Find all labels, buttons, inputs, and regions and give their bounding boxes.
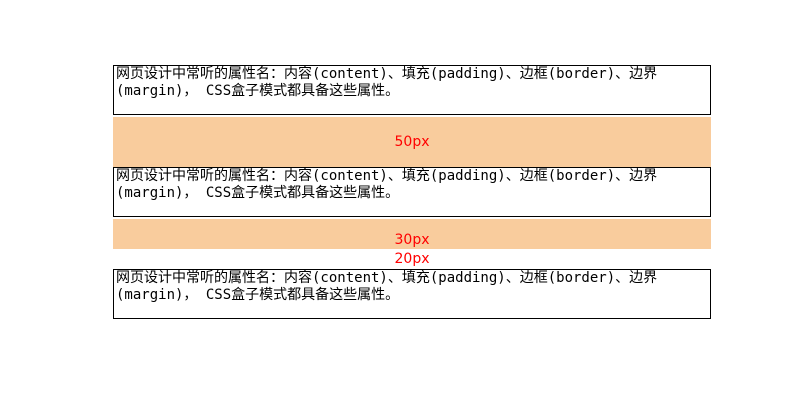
margin-label-30: 30px bbox=[394, 232, 430, 248]
box-text-line-1: 网页设计中常听的属性名：内容(content)、填充(padding)、边框(b… bbox=[116, 270, 658, 286]
content-box-2: 网页设计中常听的属性名：内容(content)、填充(padding)、边框(b… bbox=[113, 167, 711, 217]
content-box-3: 网页设计中常听的属性名：内容(content)、填充(padding)、边框(b… bbox=[113, 269, 711, 319]
box-text-line-2: (margin)， CSS盒子模式都具备这些属性。 bbox=[116, 185, 400, 201]
box-text-line-2: (margin)， CSS盒子模式都具备这些属性。 bbox=[116, 287, 400, 303]
box-model-demo: 网页设计中常听的属性名：内容(content)、填充(padding)、边框(b… bbox=[0, 0, 800, 400]
box-text-line-1: 网页设计中常听的属性名：内容(content)、填充(padding)、边框(b… bbox=[116, 168, 658, 184]
margin-label-20: 20px bbox=[394, 251, 430, 267]
margin-band-50: 50px bbox=[113, 117, 711, 167]
margin-band-30: 30px bbox=[113, 219, 711, 249]
box-text-line-1: 网页设计中常听的属性名：内容(content)、填充(padding)、边框(b… bbox=[116, 66, 658, 82]
margin-band-20: 20px bbox=[113, 249, 711, 269]
box-text-line-2: (margin)， CSS盒子模式都具备这些属性。 bbox=[116, 83, 400, 99]
content-box-1: 网页设计中常听的属性名：内容(content)、填充(padding)、边框(b… bbox=[113, 65, 711, 115]
margin-label-50: 50px bbox=[394, 134, 430, 150]
